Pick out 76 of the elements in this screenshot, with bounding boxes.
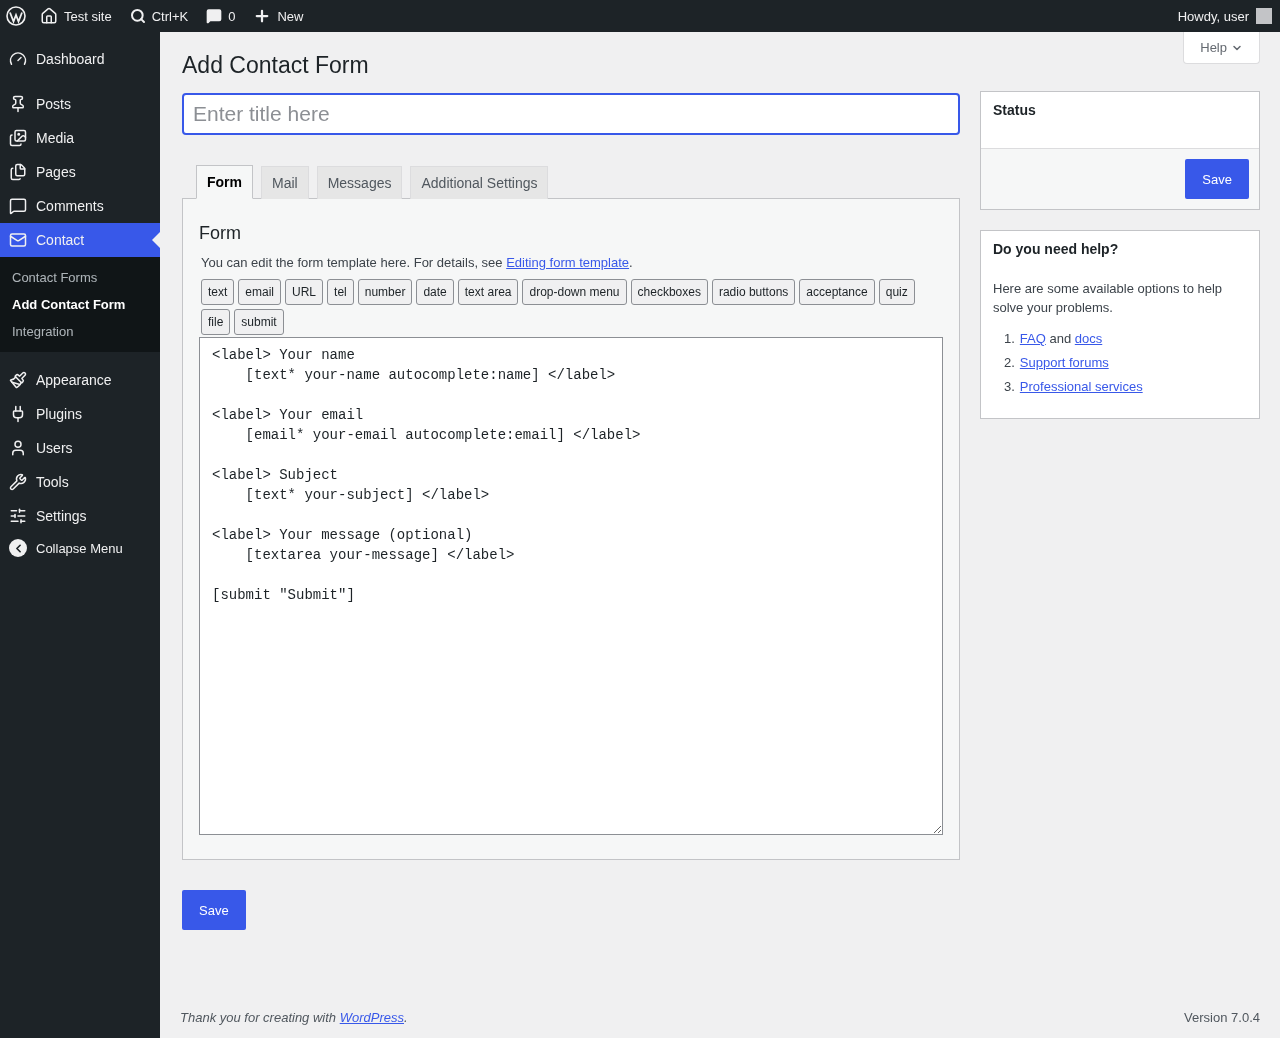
menu-item[interactable]: Tools: [0, 465, 160, 499]
menu-item[interactable]: Media: [0, 121, 160, 155]
help-text: Here are some available options to help solve your problems.: [993, 280, 1224, 317]
form-template-field[interactable]: <label> Your name [text* your-name autocomplete:name] </label> <label> Your email [email* your-email autocomplete:email] </label> <label> Subject [text* your-subject] </label> <label> Your message (optional) [textarea your-message] </label> [submit "Submit"]: [199, 337, 943, 835]
site-link[interactable]: Test site: [40, 7, 112, 25]
speech-bubble-icon: [206, 8, 223, 24]
submenu-item[interactable]: Add Contact Form: [0, 291, 160, 318]
tag-button[interactable]: text area: [457, 279, 519, 305]
list-number: 1.: [1004, 330, 1015, 348]
menu-item[interactable]: Settings: [0, 499, 160, 533]
panel-heading: Form: [199, 223, 242, 244]
greeting[interactable]: Howdy, user: [1177, 8, 1249, 24]
tab[interactable]: Form: [196, 165, 253, 199]
tag-button[interactable]: checkboxes: [630, 279, 708, 305]
search-icon: [129, 8, 146, 24]
page-title: Add Contact Form: [182, 52, 370, 79]
footer-text: Thank you for creating with WordPress.: [180, 1010, 408, 1025]
envelope-icon: [9, 231, 27, 249]
help-tab[interactable]: Help: [1183, 32, 1260, 64]
tag-button[interactable]: text: [201, 279, 235, 305]
box-title: Status: [992, 101, 1037, 120]
save-button[interactable]: Save: [1185, 159, 1249, 199]
help-link[interactable]: Professional services: [1019, 379, 1143, 394]
menu-item[interactable]: Dashboard: [0, 42, 160, 76]
collapse-menu[interactable]: Collapse Menu: [0, 533, 160, 563]
tag-button[interactable]: email: [238, 279, 282, 305]
tag-button[interactable]: file: [201, 309, 231, 335]
search-shortcut[interactable]: Ctrl+K: [129, 8, 189, 24]
tab[interactable]: Additional Settings: [410, 166, 549, 199]
box-title: Do you need help?: [992, 240, 1120, 259]
pages-icon: [9, 163, 27, 181]
tab[interactable]: Messages: [316, 166, 403, 199]
submenu-item[interactable]: Contact Forms: [0, 264, 160, 291]
wordpress-link[interactable]: WordPress: [339, 1010, 404, 1025]
collapse-icon: [9, 539, 27, 557]
submenu-item[interactable]: Integration: [0, 318, 160, 345]
list-number: 3.: [1004, 378, 1015, 396]
tag-button[interactable]: number: [357, 279, 413, 305]
wordpress-logo-icon[interactable]: [6, 6, 26, 26]
help-link[interactable]: Support forums: [1019, 355, 1109, 370]
help-link[interactable]: FAQ: [1019, 331, 1046, 346]
brush-icon: [9, 371, 27, 389]
help-link[interactable]: docs: [1074, 331, 1103, 346]
tag-button[interactable]: radio buttons: [711, 279, 796, 305]
menu-item[interactable]: Comments: [0, 189, 160, 223]
menu-item[interactable]: Contact: [0, 223, 160, 257]
home-icon: [40, 7, 58, 25]
menu-item[interactable]: Plugins: [0, 397, 160, 431]
images-icon: [9, 129, 27, 147]
sliders-icon: [9, 507, 27, 525]
editing-form-template-link[interactable]: Editing form template: [506, 255, 630, 270]
intro-text: You can edit the form template here. For details, see Editing form template.: [201, 255, 634, 270]
menu-item[interactable]: Appearance: [0, 363, 160, 397]
person-icon: [9, 439, 27, 457]
list-number: 2.: [1004, 354, 1015, 372]
tag-button[interactable]: quiz: [878, 279, 915, 305]
tag-button[interactable]: submit: [234, 309, 284, 335]
version-text: Version 7.0.4: [1184, 1010, 1260, 1025]
tag-button[interactable]: date: [416, 279, 454, 305]
tab[interactable]: Mail: [261, 166, 309, 199]
list-text: and: [1048, 331, 1073, 346]
tag-button[interactable]: URL: [285, 279, 324, 305]
new-link[interactable]: New: [253, 7, 304, 25]
menu-item[interactable]: Users: [0, 431, 160, 465]
wrench-icon: [9, 473, 27, 491]
tag-button[interactable]: acceptance: [799, 279, 875, 305]
tag-button[interactable]: drop-down menu: [522, 279, 627, 305]
save-button[interactable]: Save: [182, 890, 246, 930]
menu-item[interactable]: Posts: [0, 87, 160, 121]
comments-link[interactable]: 0: [206, 8, 236, 24]
speech-bubble-icon: [9, 197, 27, 215]
title-field[interactable]: Enter title here: [182, 93, 960, 135]
pin-icon: [9, 95, 27, 113]
gauge-icon: [9, 50, 27, 68]
menu-item[interactable]: Pages: [0, 155, 160, 189]
tag-button[interactable]: tel: [327, 279, 354, 305]
